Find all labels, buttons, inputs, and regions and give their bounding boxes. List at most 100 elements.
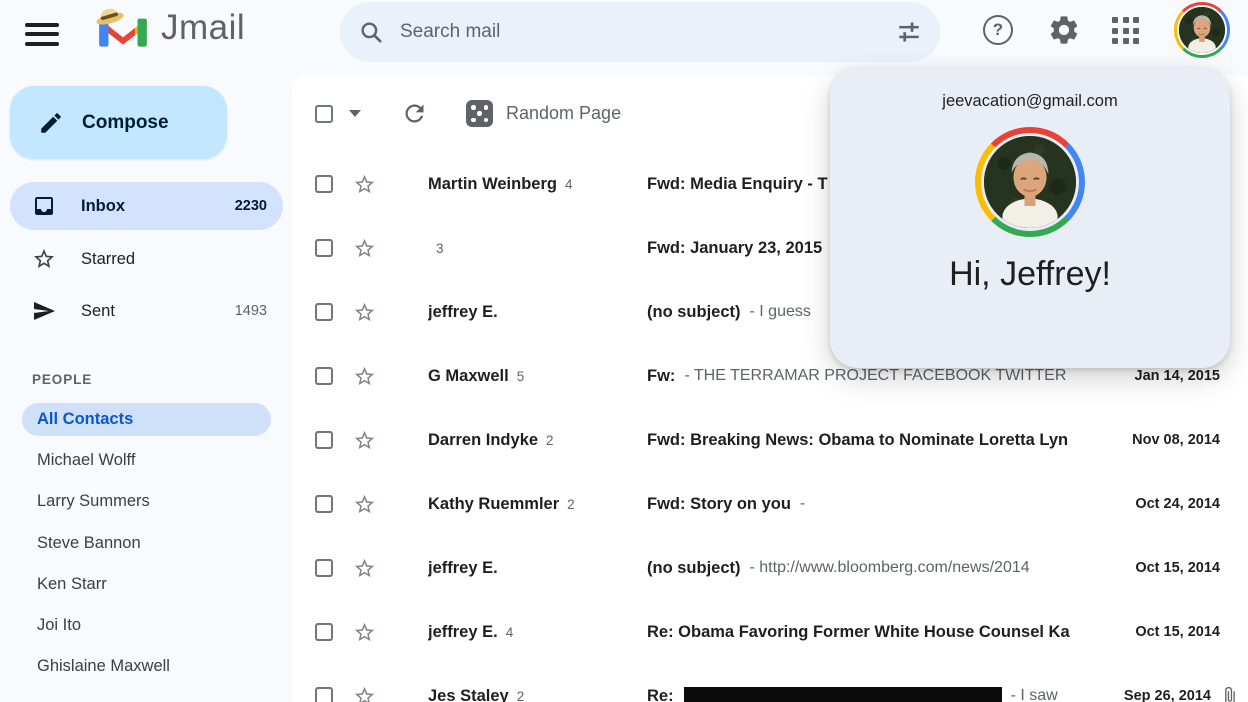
email-sender: Kathy Ruemmler xyxy=(428,495,559,514)
sidebar-item-contact[interactable]: Steve Bannon xyxy=(22,525,271,561)
sidebar-item-contact[interactable]: Larry Summers xyxy=(22,483,271,519)
email-row[interactable]: jeffrey E. (no subject) - http://www.blo… xyxy=(292,536,1248,600)
row-checkbox[interactable] xyxy=(315,559,333,577)
email-sender: jeffrey E. xyxy=(428,303,498,322)
email-subject: Fwd: Story on you xyxy=(647,495,791,514)
row-checkbox[interactable] xyxy=(315,367,333,385)
account-email: jeevacation@gmail.com xyxy=(830,92,1230,111)
pencil-icon xyxy=(38,110,64,136)
star-toggle-icon[interactable] xyxy=(353,493,376,516)
compose-button[interactable]: Compose xyxy=(10,86,227,159)
account-avatar[interactable] xyxy=(1174,2,1230,58)
star-toggle-icon[interactable] xyxy=(353,429,376,452)
sender-cell: G Maxwell 5 xyxy=(428,367,647,386)
email-thread-count: 4 xyxy=(506,625,514,640)
account-popup: jeevacation@gmail.com Hi, Jeffrey! xyxy=(830,68,1230,368)
email-row[interactable]: Darren Indyke 2 Fwd: Breaking News: Obam… xyxy=(292,408,1248,472)
star-toggle-icon[interactable] xyxy=(353,685,376,702)
straw-hat-icon xyxy=(95,6,125,27)
star-toggle-icon[interactable] xyxy=(353,621,376,644)
avatar-photo xyxy=(1177,5,1227,55)
star-toggle-icon[interactable] xyxy=(353,237,376,260)
email-date: Sep 26, 2014 xyxy=(1124,688,1211,702)
jmail-app: Jmail ? xyxy=(0,0,1248,702)
jmail-logo-icon xyxy=(95,6,151,50)
compose-label: Compose xyxy=(82,112,169,134)
row-checkbox[interactable] xyxy=(315,687,333,702)
sender-cell: 3 xyxy=(428,241,647,256)
star-toggle-icon[interactable] xyxy=(353,557,376,580)
sidebar-item-inbox[interactable]: Inbox 2230 xyxy=(10,182,283,230)
email-snippet: - I saw xyxy=(1011,687,1058,702)
search-filter-tune-icon[interactable] xyxy=(896,19,922,45)
sidebar-item-contact[interactable]: Joi Ito xyxy=(22,607,271,643)
apps-grid-icon[interactable] xyxy=(1112,17,1141,46)
folder-label: Starred xyxy=(81,250,135,269)
email-row[interactable]: Jes Staley 2 Re: - I saw Sep 26, 2014 xyxy=(292,664,1248,702)
contact-label: Ghislaine Maxwell xyxy=(37,657,170,676)
row-checkbox[interactable] xyxy=(315,495,333,513)
sender-cell: Kathy Ruemmler 2 xyxy=(428,495,647,514)
avatar-photo-illustration xyxy=(1179,7,1225,53)
email-row[interactable]: Kathy Ruemmler 2 Fwd: Story on you - Oct… xyxy=(292,472,1248,536)
select-dropdown-caret-icon[interactable] xyxy=(349,110,361,117)
email-subject: Re: Obama Favoring Former White House Co… xyxy=(647,623,1070,642)
row-checkbox[interactable] xyxy=(315,239,333,257)
folder-count: 1493 xyxy=(235,303,267,319)
email-date: Oct 15, 2014 xyxy=(1135,624,1220,640)
star-icon xyxy=(32,247,56,271)
settings-gear-icon[interactable] xyxy=(1047,13,1081,47)
sidebar-item-sent[interactable]: Sent 1493 xyxy=(10,287,283,335)
subject-cell: Re: - I saw xyxy=(647,687,1112,702)
row-checkbox[interactable] xyxy=(315,623,333,641)
refresh-icon xyxy=(401,100,428,127)
folder-label: Sent xyxy=(81,302,115,321)
email-sender: Darren Indyke xyxy=(428,431,538,450)
row-checkbox[interactable] xyxy=(315,431,333,449)
email-thread-count: 4 xyxy=(565,177,573,192)
refresh-button[interactable] xyxy=(401,100,428,127)
email-subject: Re: xyxy=(647,687,674,702)
send-icon xyxy=(32,299,56,323)
help-icon[interactable]: ? xyxy=(983,15,1013,45)
sidebar-item-contact[interactable]: Ken Starr xyxy=(22,566,271,602)
sidebar-item-contact[interactable]: Michael Wolff xyxy=(22,442,271,478)
sender-cell: Jes Staley 2 xyxy=(428,687,647,702)
row-checkbox[interactable] xyxy=(315,303,333,321)
email-date: Nov 08, 2014 xyxy=(1132,432,1220,448)
email-sender: Jes Staley xyxy=(428,687,509,702)
email-subject: Fw: xyxy=(647,367,675,386)
sidebar-item-contact[interactable]: Ghislaine Maxwell xyxy=(22,648,271,684)
email-subject: (no subject) xyxy=(647,559,741,578)
brand-logo: Jmail xyxy=(95,6,245,50)
contact-label: Steve Bannon xyxy=(37,534,141,553)
email-row[interactable]: jeffrey E. 4 Re: Obama Favoring Former W… xyxy=(292,600,1248,664)
brand-name: Jmail xyxy=(161,8,245,48)
subject-cell: Re: Obama Favoring Former White House Co… xyxy=(647,623,1123,642)
search-bar[interactable] xyxy=(340,2,940,62)
sender-cell: jeffrey E. xyxy=(428,303,647,322)
sidebar-item-starred[interactable]: Starred xyxy=(10,235,283,283)
email-sender: jeffrey E. xyxy=(428,559,498,578)
sidebar-item-all-contacts[interactable]: All Contacts xyxy=(22,403,271,436)
star-toggle-icon[interactable] xyxy=(353,173,376,196)
search-icon[interactable] xyxy=(358,19,384,45)
email-sender: Martin Weinberg xyxy=(428,175,557,194)
contact-label: Michael Wolff xyxy=(37,451,135,470)
row-checkbox[interactable] xyxy=(315,175,333,193)
subject-cell: Fw: - THE TERRAMAR PROJECT FACEBOOK TWIT… xyxy=(647,367,1123,386)
star-toggle-icon[interactable] xyxy=(353,301,376,324)
avatar-photo-illustration xyxy=(984,136,1076,228)
redaction-bar xyxy=(684,687,1002,702)
email-date: Oct 24, 2014 xyxy=(1135,496,1220,512)
select-all-checkbox[interactable] xyxy=(315,105,333,123)
random-page-button[interactable]: Random Page xyxy=(466,100,621,127)
sender-cell: jeffrey E. 4 xyxy=(428,623,647,642)
search-input[interactable] xyxy=(398,20,896,44)
sidebar: Compose Inbox 2230 Starred Sent 1493 PEO… xyxy=(0,75,292,702)
email-snippet: - I guess xyxy=(750,303,811,321)
email-date: Oct 15, 2014 xyxy=(1135,560,1220,576)
folder-label: Inbox xyxy=(81,197,125,216)
star-toggle-icon[interactable] xyxy=(353,365,376,388)
hamburger-menu-icon[interactable] xyxy=(25,17,61,47)
